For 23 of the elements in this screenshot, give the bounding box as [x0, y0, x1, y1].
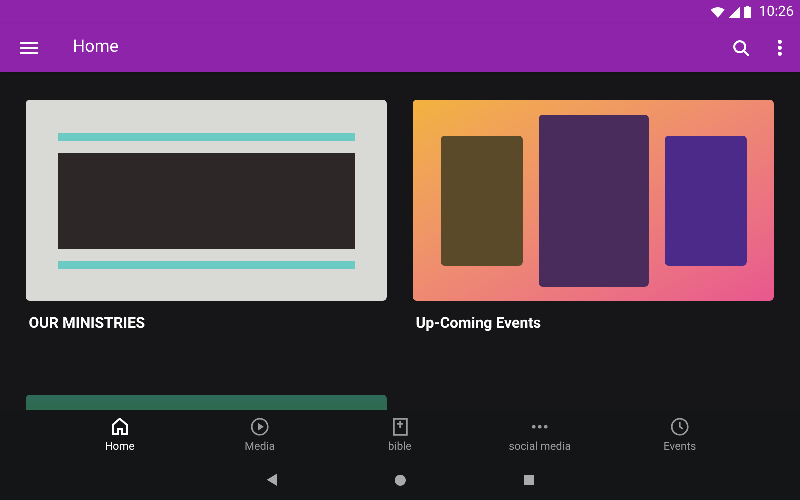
home-icon	[112, 418, 128, 435]
play-icon	[251, 418, 269, 436]
more-icon[interactable]	[778, 40, 782, 56]
more-horizontal-icon	[532, 424, 548, 428]
nav-tab[interactable]: Home	[50, 410, 190, 460]
nav-tab[interactable]: Media	[190, 410, 330, 460]
nav-tab[interactable]: Events	[610, 410, 750, 460]
signal-icon	[729, 6, 740, 18]
recents-icon[interactable]	[524, 475, 534, 485]
toolbar-title: Home	[73, 36, 119, 60]
wifi-icon	[711, 6, 726, 18]
nav-tab[interactable]: social media	[470, 410, 610, 460]
search-icon[interactable]	[733, 40, 750, 56]
book-icon	[392, 418, 408, 436]
clock-icon	[671, 418, 689, 436]
back-icon[interactable]	[266, 474, 276, 486]
nav-tab[interactable]: bible	[330, 410, 470, 460]
battery-icon	[744, 6, 752, 18]
menu-icon[interactable]	[20, 42, 38, 54]
card-title[interactable]: Up-Coming Events	[416, 312, 774, 334]
home-circle-icon[interactable]	[394, 474, 406, 486]
status-time: 10:26	[759, 2, 794, 22]
card-title[interactable]: OUR MINISTRIES	[29, 312, 387, 334]
